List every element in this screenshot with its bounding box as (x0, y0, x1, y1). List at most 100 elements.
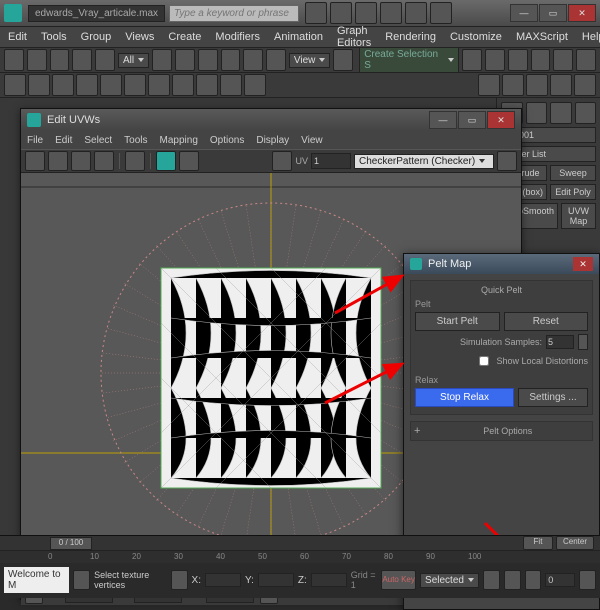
tool-icon[interactable] (497, 151, 517, 171)
menu-customize[interactable]: Customize (450, 31, 502, 43)
tool-icon[interactable] (27, 49, 47, 71)
coord-dropdown[interactable]: View (289, 53, 331, 68)
tool-icon[interactable] (579, 570, 596, 590)
time-slider-thumb[interactable]: 0 / 100 (50, 537, 92, 550)
time-ruler[interactable]: 0 10 20 30 40 50 60 70 80 90 100 (0, 551, 600, 563)
uvw-menu-options[interactable]: Options (210, 135, 244, 146)
tool-icon[interactable] (576, 49, 596, 71)
center-button[interactable]: Center (556, 536, 594, 550)
tool-icon[interactable] (355, 2, 377, 24)
sweep-button[interactable]: Sweep (550, 165, 596, 181)
menu-grapheditors[interactable]: Graph Editors (337, 25, 371, 49)
pelt-options-section[interactable]: + Pelt Options (410, 421, 593, 441)
keymode-dropdown[interactable]: Selected (420, 573, 479, 588)
tool-icon[interactable] (28, 74, 50, 96)
move-icon[interactable] (25, 151, 45, 171)
menu-modifiers[interactable]: Modifiers (215, 31, 260, 43)
spinner-icon[interactable] (578, 334, 588, 350)
maximize-button[interactable]: ▭ (539, 4, 567, 22)
uvw-titlebar[interactable]: Edit UVWs — ▭ ✕ (21, 109, 521, 131)
tool-icon[interactable] (508, 49, 528, 71)
tool-icon[interactable] (156, 151, 176, 171)
settings-button[interactable]: Settings ... (518, 388, 588, 407)
render-icon[interactable] (550, 74, 572, 96)
search-input[interactable] (169, 5, 299, 22)
tool-icon[interactable] (553, 49, 573, 71)
menu-rendering[interactable]: Rendering (385, 31, 436, 43)
freeform-icon[interactable] (94, 151, 114, 171)
star-icon[interactable] (380, 2, 402, 24)
pelt-titlebar[interactable]: Pelt Map ✕ (404, 254, 599, 274)
hierarchy-tab-icon[interactable] (550, 102, 572, 124)
uvw-menu-file[interactable]: File (27, 135, 43, 146)
show-local-distortions-checkbox[interactable] (479, 356, 489, 366)
maximize-button[interactable]: ▭ (458, 111, 486, 129)
uvw-menu-mapping[interactable]: Mapping (160, 135, 198, 146)
mirror-icon[interactable] (531, 49, 551, 71)
filter-dropdown[interactable]: All (118, 53, 149, 68)
link-icon[interactable] (50, 49, 70, 71)
render-setup-icon[interactable] (526, 74, 548, 96)
editpoly-button[interactable]: Edit Poly (550, 184, 596, 200)
create-selection-dropdown[interactable]: Create Selection S (359, 47, 459, 73)
tool-icon[interactable] (100, 74, 122, 96)
tool-icon[interactable] (4, 74, 26, 96)
tool-icon[interactable] (175, 49, 195, 71)
modify-tab-icon[interactable] (526, 102, 548, 124)
tool-icon[interactable] (95, 49, 115, 71)
help-icon[interactable] (305, 2, 327, 24)
tool-icon[interactable] (220, 74, 242, 96)
teapot-icon[interactable] (574, 74, 596, 96)
menu-edit[interactable]: Edit (8, 31, 27, 43)
tool-icon[interactable] (171, 570, 188, 590)
uvw-menu-view[interactable]: View (301, 135, 323, 146)
uv-channel-spinner[interactable] (311, 153, 351, 169)
scale-icon[interactable] (71, 151, 91, 171)
play-icon[interactable] (504, 570, 521, 590)
close-button[interactable]: ✕ (573, 257, 593, 271)
rotate-icon[interactable] (48, 151, 68, 171)
menu-help[interactable]: Help (582, 31, 600, 43)
x-field[interactable] (205, 573, 241, 587)
tool-icon[interactable] (485, 49, 505, 71)
tool-icon[interactable] (52, 74, 74, 96)
menu-create[interactable]: Create (168, 31, 201, 43)
next-frame-icon[interactable] (525, 570, 542, 590)
tool-icon[interactable] (198, 49, 218, 71)
menu-views[interactable]: Views (125, 31, 154, 43)
lock-icon[interactable] (73, 570, 90, 590)
tool-icon[interactable] (502, 74, 524, 96)
material-editor-icon[interactable] (478, 74, 500, 96)
minimize-button[interactable]: — (510, 4, 538, 22)
close-button[interactable]: ✕ (568, 4, 596, 22)
checker-dropdown[interactable]: CheckerPattern (Checker) (354, 154, 494, 169)
unlink-icon[interactable] (72, 49, 92, 71)
reset-button[interactable]: Reset (504, 312, 589, 331)
frame-field[interactable] (545, 573, 575, 587)
menu-animation[interactable]: Animation (274, 31, 323, 43)
fit-button[interactable]: Fit (523, 536, 553, 550)
tool-icon[interactable] (575, 102, 597, 124)
time-slider[interactable]: 0 / 100 Fit Center (0, 536, 600, 551)
tool-icon[interactable] (430, 2, 452, 24)
rotate-icon[interactable] (243, 49, 263, 71)
menu-maxscript[interactable]: MAXScript (516, 31, 568, 43)
mirror-icon[interactable] (125, 151, 145, 171)
tool-icon[interactable] (124, 74, 146, 96)
tool-icon[interactable] (76, 74, 98, 96)
z-field[interactable] (311, 573, 347, 587)
select-icon[interactable] (152, 49, 172, 71)
tool-icon[interactable] (462, 49, 482, 71)
uvw-menu-tools[interactable]: Tools (124, 135, 147, 146)
move-icon[interactable] (221, 49, 241, 71)
autokey-button[interactable]: Auto Key (381, 570, 416, 590)
tool-icon[interactable] (172, 74, 194, 96)
sim-samples-field[interactable] (546, 335, 574, 349)
start-pelt-button[interactable]: Start Pelt (415, 312, 500, 331)
tool-icon[interactable] (196, 74, 218, 96)
tool-icon[interactable] (405, 2, 427, 24)
minimize-button[interactable]: — (429, 111, 457, 129)
tool-icon[interactable] (4, 49, 24, 71)
scale-icon[interactable] (266, 49, 286, 71)
uvw-menu-edit[interactable]: Edit (55, 135, 72, 146)
